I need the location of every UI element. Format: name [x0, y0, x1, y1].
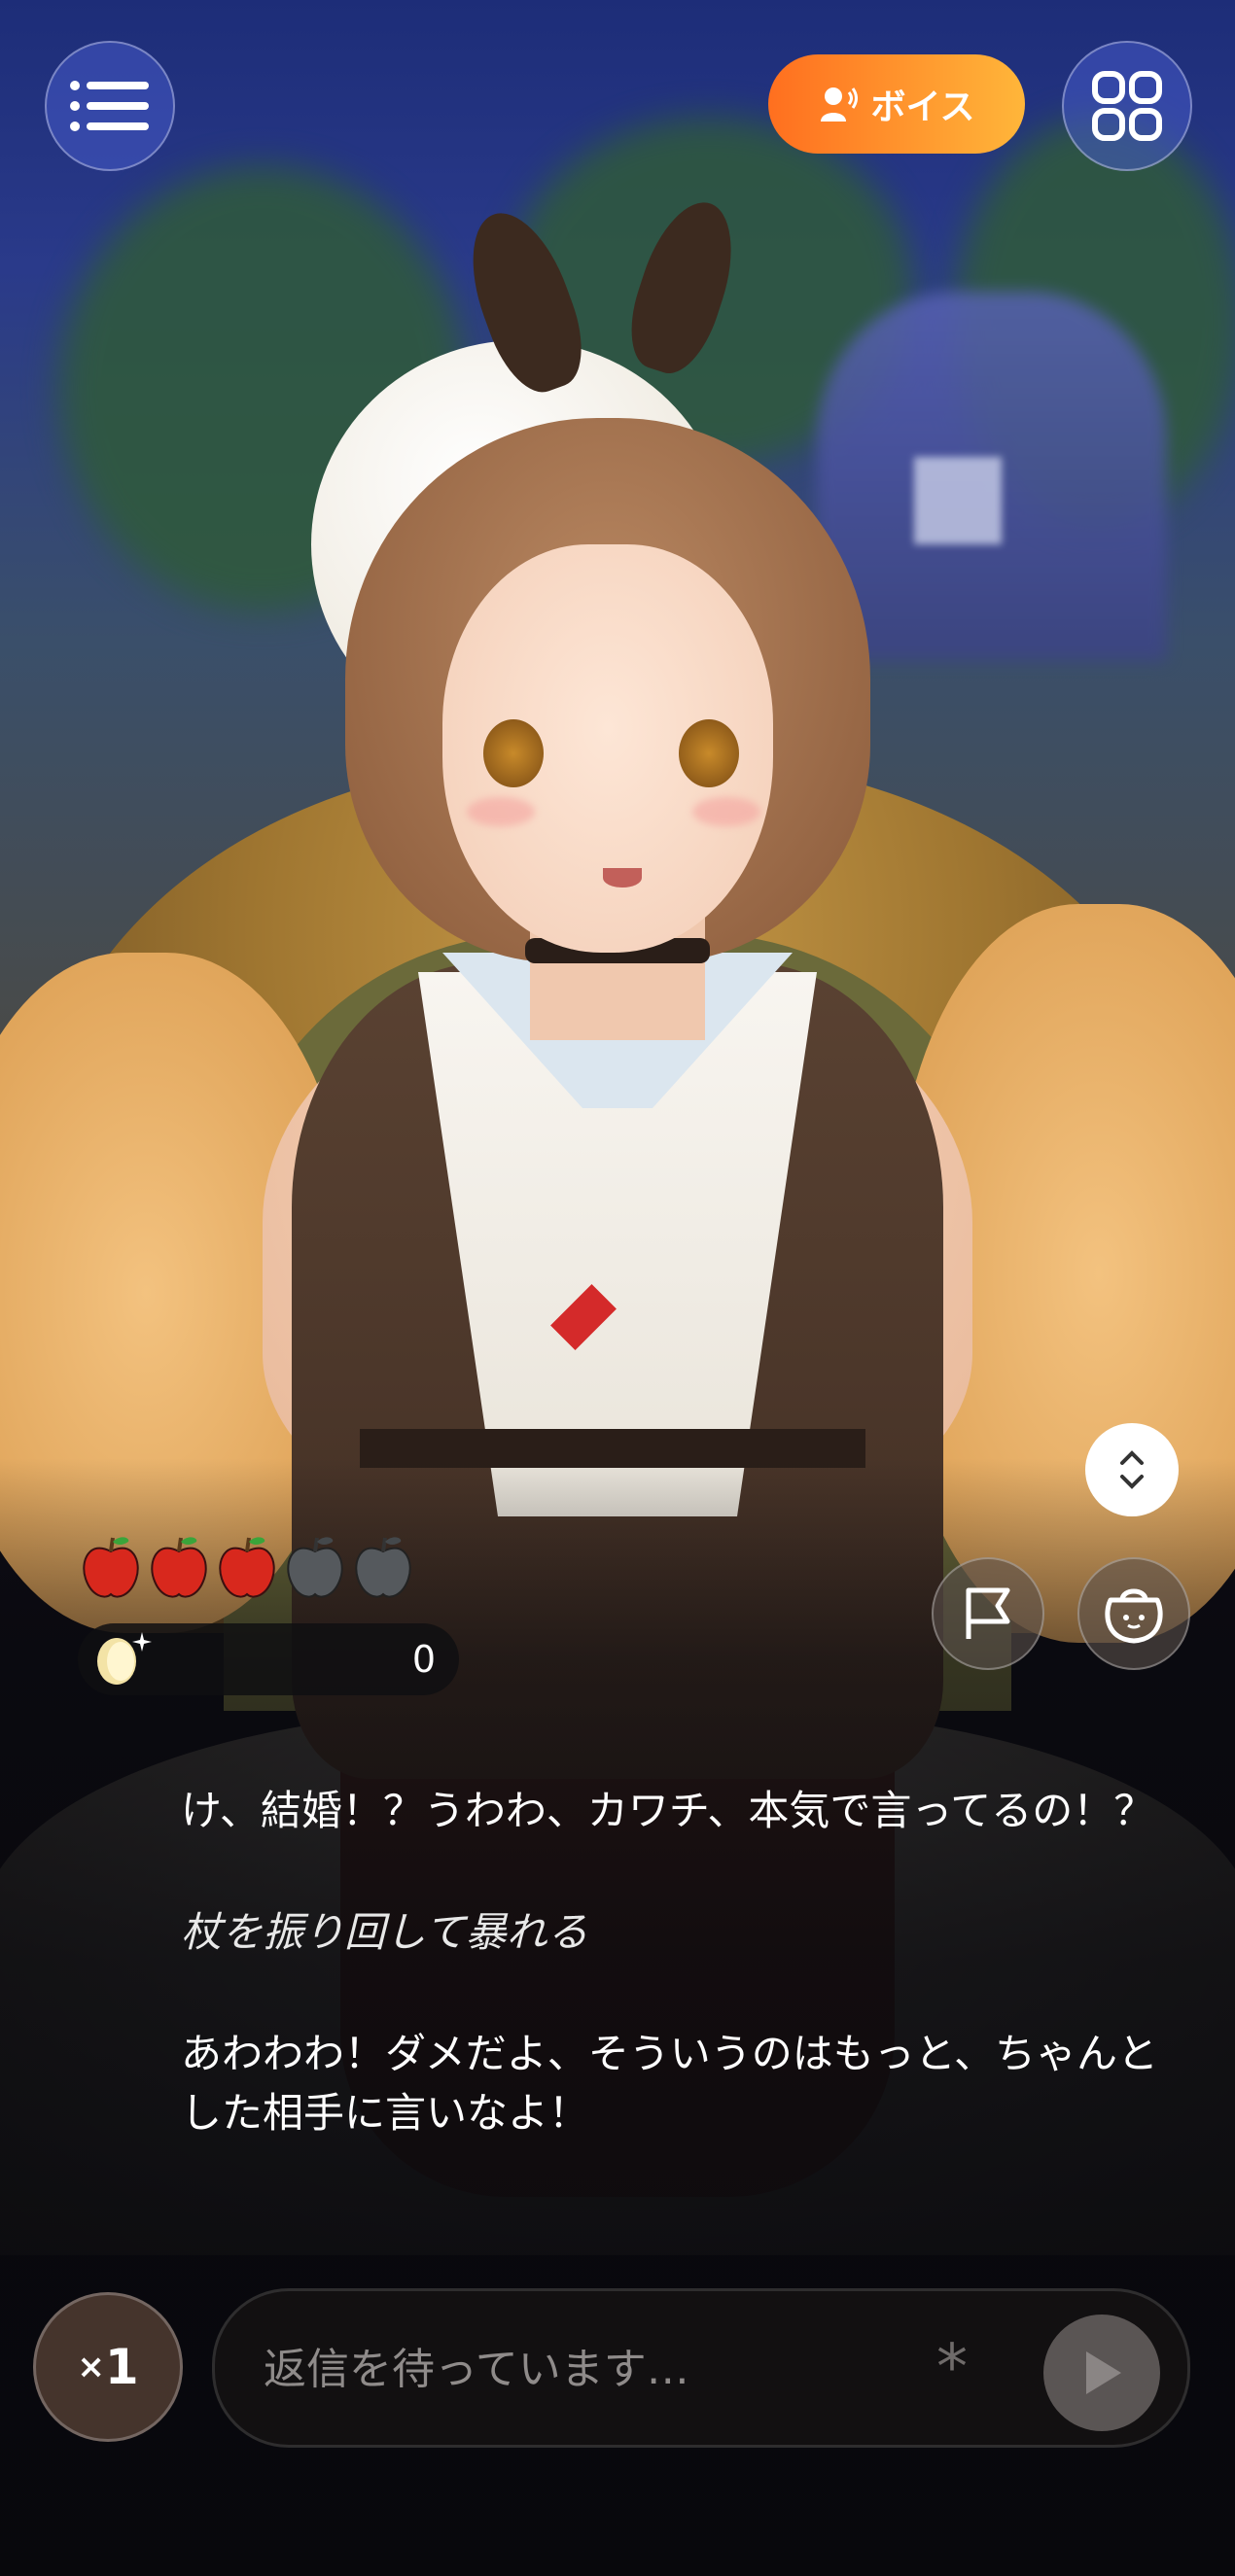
- voice-button[interactable]: ボイス: [768, 54, 1025, 154]
- house-window: [914, 457, 1002, 544]
- chat-dialogue: あわわわ！ダメだよ、そういうのはもっと、ちゃんとした相手に言いなよ！: [181, 2030, 1159, 2137]
- chat-action: 杖を振り回して暴れる: [181, 1908, 588, 1956]
- character-eye-left: [483, 719, 544, 787]
- character-eye-right: [679, 719, 739, 787]
- coin-counter: 0: [78, 1623, 459, 1695]
- reply-input[interactable]: [262, 2291, 927, 2447]
- character-blush: [692, 797, 760, 826]
- bag-button[interactable]: [1077, 1557, 1190, 1670]
- coin-icon: [97, 1632, 152, 1685]
- grid-menu-button[interactable]: [1062, 41, 1192, 171]
- message-composer: *: [212, 2288, 1190, 2448]
- menu-list-icon: [70, 81, 149, 131]
- menu-button[interactable]: [45, 41, 175, 171]
- send-button[interactable]: [1043, 2315, 1160, 2431]
- asterisk-action-button[interactable]: *: [936, 2334, 968, 2402]
- coin-count: 0: [411, 1638, 436, 1681]
- character-mouth: [603, 868, 642, 888]
- flag-icon: [966, 1587, 1010, 1639]
- apple-icon-filled: [83, 1537, 139, 1598]
- character-scene: [0, 0, 1235, 2576]
- character-blush: [467, 797, 535, 826]
- chat-dialogue: け、結婚！？うわわ、カワチ、本気で言ってるの！？: [181, 1787, 1155, 1834]
- speed-value: 1: [104, 2339, 139, 2395]
- bag-icon: [1105, 1588, 1163, 1644]
- apple-icon-empty: [287, 1537, 343, 1598]
- apple-icon-filled: [219, 1537, 275, 1598]
- voice-label: ボイス: [870, 87, 975, 127]
- speed-prefix: ×: [77, 2348, 105, 2386]
- apple-icon-empty: [355, 1537, 411, 1598]
- grid-icon: [1092, 71, 1162, 141]
- chat-message: け、結婚！？うわわ、カワチ、本気で言ってるの！？ 杖を振り回して暴れる あわわわ…: [181, 1781, 1192, 2142]
- apple-icon-filled: [151, 1537, 207, 1598]
- expand-collapse-icon: [1120, 1450, 1144, 1489]
- flag-button[interactable]: [932, 1557, 1044, 1670]
- play-send-icon: [1086, 2351, 1121, 2394]
- expand-toggle-button[interactable]: [1085, 1423, 1179, 1516]
- affection-apples: [80, 1532, 414, 1602]
- speed-multiplier-button[interactable]: × 1: [33, 2292, 183, 2442]
- voice-person-icon: [820, 87, 858, 122]
